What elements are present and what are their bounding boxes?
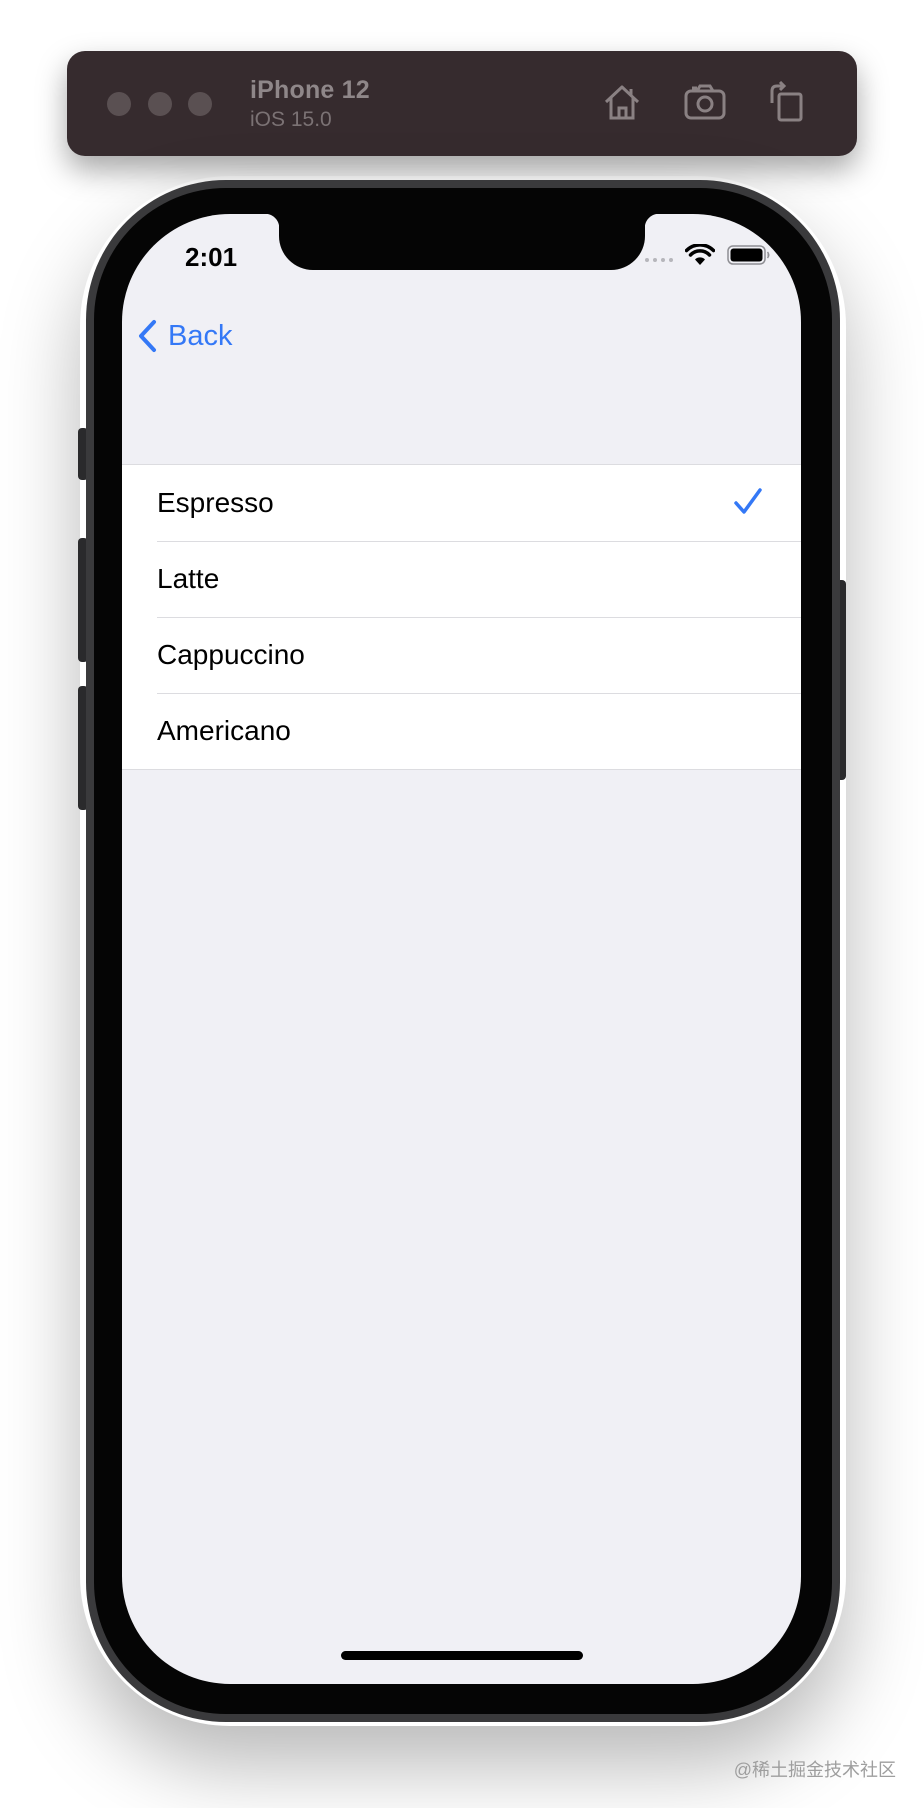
list-item-cappuccino[interactable]: Cappuccino [122,617,801,693]
screenshot-button[interactable] [683,80,727,124]
back-button[interactable]: Back [136,314,232,358]
chevron-left-icon [139,320,156,352]
list-item-label: Cappuccino [157,639,305,670]
home-indicator[interactable] [341,1651,583,1660]
back-button-label: Back [168,319,233,352]
checkmark-icon [734,488,762,514]
list-item-americano[interactable]: Americano [122,693,801,769]
battery-icon [727,245,770,265]
wifi-icon [685,244,715,265]
simulator-window: iPhone 12 iOS 15.0 2:01 Back Espresso La… [0,0,924,1808]
list-item-latte[interactable]: Latte [122,541,801,617]
list-item-label: Americano [157,715,291,746]
watermark: @稀土掘金技术社区 [733,1760,896,1780]
home-button[interactable] [600,80,644,124]
status-time: 2:01 [185,242,238,272]
rotate-icon [770,81,803,122]
os-version: iOS 15.0 [250,108,332,131]
simulator-toolbar [67,51,857,156]
cellular-signal-icon [645,258,673,262]
device-name: iPhone 12 [250,76,370,104]
list-item-label: Latte [157,563,220,594]
status-indicators [645,244,771,266]
home-icon [604,85,640,120]
minimize-window-button[interactable] [148,92,172,116]
list-item-label: Espresso [157,487,274,518]
zoom-window-button[interactable] [188,92,212,116]
list-item-espresso[interactable]: Espresso [122,465,801,541]
notch [265,214,659,270]
device-screen: 2:01 Back Espresso Latte Cappuccino Amer… [122,214,801,1684]
coffee-list: Espresso Latte Cappuccino Americano [122,464,801,770]
camera-icon [684,84,726,120]
close-window-button[interactable] [107,92,131,116]
rotate-button[interactable] [764,80,808,124]
